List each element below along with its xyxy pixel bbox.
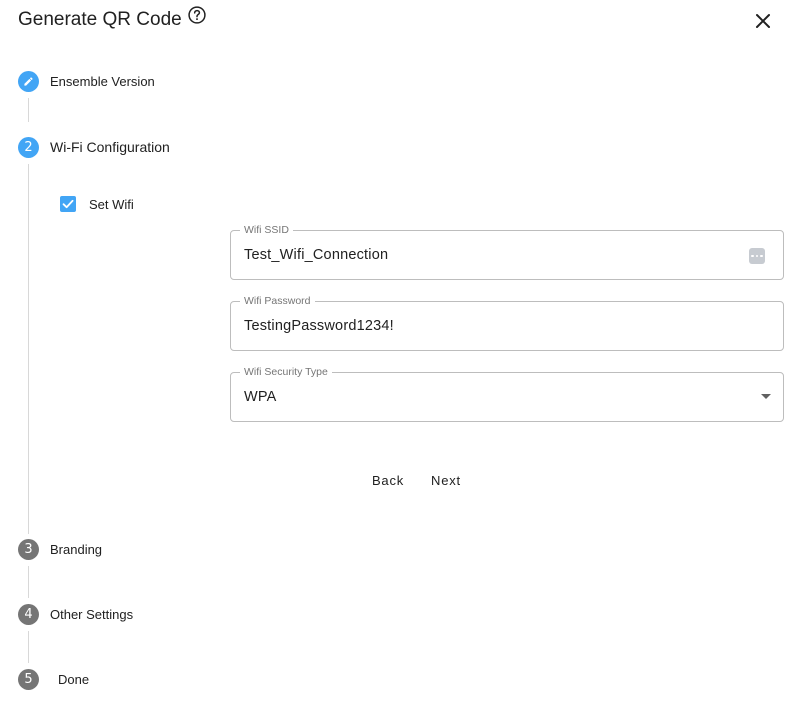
wifi-security-type-value: WPA	[244, 389, 277, 405]
set-wifi-checkbox[interactable]: Set Wifi	[60, 196, 134, 212]
step-connector	[28, 566, 29, 598]
checkbox-checked-icon	[60, 196, 76, 212]
pencil-icon	[24, 77, 33, 86]
step-5-number: 5	[18, 669, 39, 690]
help-circle-icon[interactable]	[187, 5, 207, 25]
back-button[interactable]: Back	[364, 468, 412, 492]
wifi-password-field[interactable]: Wifi Password	[230, 294, 784, 351]
dropdown-arrow-icon	[761, 394, 771, 399]
step-label-branding[interactable]: Branding	[50, 542, 102, 558]
step-label-other-settings[interactable]: Other Settings	[50, 607, 133, 623]
more-horiz-icon[interactable]	[749, 248, 765, 264]
wifi-security-type-label: Wifi Security Type	[240, 365, 332, 379]
step-1-icon	[18, 71, 39, 92]
step-3-number: 3	[18, 539, 39, 560]
dialog-title: Generate QR Code	[18, 5, 207, 32]
wifi-ssid-input[interactable]	[244, 246, 724, 264]
step-connector	[28, 98, 29, 122]
step-label-done[interactable]: Done	[58, 672, 89, 688]
step-4-number: 4	[18, 604, 39, 625]
set-wifi-label: Set Wifi	[89, 196, 134, 212]
wifi-ssid-field[interactable]: Wifi SSID	[230, 223, 784, 280]
step-connector	[28, 164, 29, 534]
step-label-ensemble-version[interactable]: Ensemble Version	[50, 74, 155, 90]
wifi-password-label: Wifi Password	[240, 294, 315, 308]
wifi-security-type-select[interactable]: Wifi Security Type WPA	[230, 365, 784, 422]
step-label-wifi-configuration[interactable]: Wi-Fi Configuration	[50, 139, 170, 155]
close-icon	[756, 14, 770, 28]
wifi-password-input[interactable]	[244, 317, 724, 335]
step-connector	[28, 631, 29, 663]
wifi-ssid-label: Wifi SSID	[240, 223, 293, 237]
step-2-number: 2	[18, 137, 39, 158]
close-button[interactable]	[750, 8, 776, 34]
dialog-title-text: Generate QR Code	[18, 9, 182, 30]
next-button[interactable]: Next	[422, 468, 470, 492]
